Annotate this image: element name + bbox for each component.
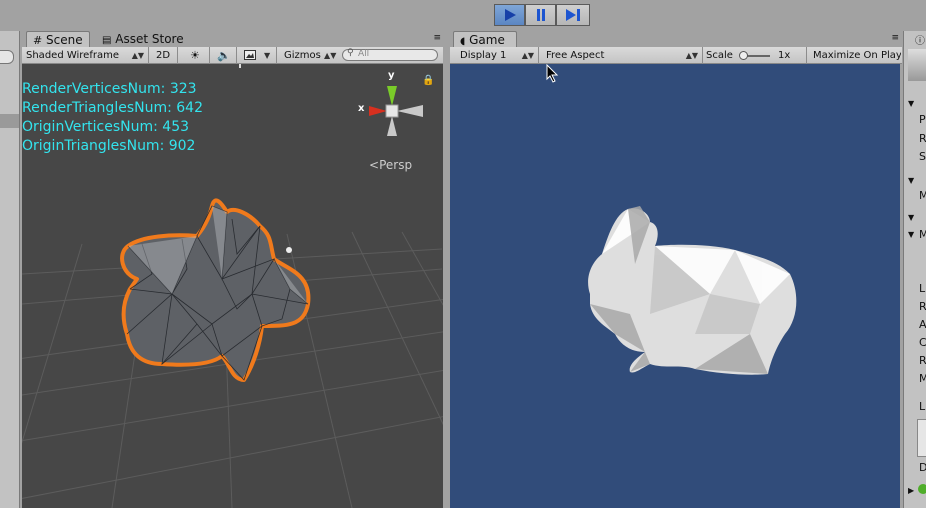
scene-top-marker bbox=[239, 64, 241, 68]
audio-speaker-icon[interactable]: 🔈 bbox=[217, 47, 231, 64]
expand-arrow-icon-3[interactable]: ▼ bbox=[908, 213, 914, 222]
inspector-label-5: L bbox=[919, 282, 926, 295]
inspector-label-2: S bbox=[919, 150, 926, 163]
gizmo-y-label: y bbox=[388, 70, 395, 81]
inspector-label-8: C bbox=[919, 336, 926, 349]
effects-dropdown-arrow-icon[interactable]: ▼ bbox=[264, 47, 270, 64]
tab-asset-store-label: Asset Store bbox=[115, 32, 184, 46]
game-tab-strip: ◖ Game ≡ bbox=[450, 31, 902, 47]
panel-menu-icon[interactable]: ≡ bbox=[433, 33, 441, 43]
scale-label: Scale bbox=[706, 50, 733, 61]
store-icon: ▤ bbox=[102, 35, 112, 46]
search-icon: ⚲ bbox=[347, 48, 354, 58]
tab-game-label: Game bbox=[469, 33, 505, 47]
scale-value: 1x bbox=[778, 50, 791, 61]
mode-2d-button[interactable]: 2D bbox=[156, 47, 170, 64]
persp-toggle[interactable]: <Persp bbox=[369, 158, 412, 172]
inspector-label-1: R bbox=[919, 132, 926, 145]
hierarchy-row-highlight[interactable] bbox=[0, 114, 19, 128]
aspect-dropdown-arrow-icon: ▲▼ bbox=[685, 51, 698, 60]
add-component-green-icon bbox=[918, 484, 926, 494]
play-controls bbox=[494, 4, 590, 26]
hierarchy-panel-edge bbox=[0, 31, 20, 508]
tab-scene[interactable]: # Scene bbox=[26, 31, 90, 47]
scale-slider-handle[interactable] bbox=[739, 51, 748, 60]
search-placeholder: All bbox=[358, 49, 370, 59]
pause-icon bbox=[536, 9, 545, 21]
maximize-on-play-button[interactable]: Maximize On Play bbox=[813, 47, 901, 64]
tab-scene-label: Scene bbox=[46, 33, 83, 47]
inspector-label-6: R bbox=[919, 300, 926, 313]
step-button[interactable] bbox=[556, 4, 590, 26]
stat-origin-triangles: OriginTrianglesNum: 902 bbox=[22, 138, 196, 154]
gizmo-x-label: x bbox=[358, 103, 365, 114]
gizmos-dropdown-arrow-icon: ▲▼ bbox=[324, 51, 337, 60]
tab-asset-store[interactable]: ▤ Asset Store bbox=[96, 31, 190, 47]
game-toolbar: Display 1 ▲▼ Free Aspect ▲▼ Scale 1x Max… bbox=[450, 47, 902, 64]
stat-render-vertices: RenderVerticesNum: 323 bbox=[22, 81, 197, 97]
pause-button[interactable] bbox=[525, 4, 556, 26]
inspector-object-preview-icon bbox=[908, 49, 926, 81]
step-icon bbox=[566, 9, 580, 21]
gizmo-y-cone bbox=[387, 86, 397, 106]
shading-mode-value: Shaded Wireframe bbox=[26, 50, 119, 61]
expand-arrow-icon-2[interactable]: ▼ bbox=[908, 176, 914, 185]
scene-toolbar: Shaded Wireframe ▲▼ 2D ☀ 🔈 ▼ Gizmos ▲▼ ⚲… bbox=[22, 47, 443, 64]
scene-view[interactable]: RenderVerticesNum: 323 RenderTrianglesNu… bbox=[22, 64, 443, 508]
stat-origin-vertices: OriginVerticesNum: 453 bbox=[22, 119, 190, 135]
light-gizmo bbox=[286, 247, 292, 253]
effects-image-icon[interactable] bbox=[244, 47, 256, 64]
inspector-label-4: M bbox=[919, 228, 926, 241]
game-panel-menu-icon[interactable]: ≡ bbox=[891, 33, 899, 43]
orientation-gizmo[interactable]: y x bbox=[357, 70, 427, 144]
tab-game[interactable]: ◖ Game bbox=[453, 31, 517, 47]
expand-arrow-icon-4[interactable]: ▼ bbox=[908, 230, 914, 239]
game-controller-icon: ◖ bbox=[460, 36, 466, 47]
stat-render-triangles: RenderTrianglesNum: 642 bbox=[22, 100, 203, 116]
inspector-label-11: L bbox=[919, 400, 926, 413]
play-button[interactable] bbox=[494, 4, 525, 26]
inspector-panel-edge: ⓘ ▼ ▼ ▼ ▼ ▶ P R S M M L R A C R M L D bbox=[903, 31, 926, 508]
expand-arrow-icon[interactable]: ▼ bbox=[908, 99, 914, 108]
play-icon bbox=[504, 9, 516, 21]
inspector-label-12: D bbox=[919, 461, 926, 474]
inspector-label-0: P bbox=[919, 113, 926, 126]
aspect-dropdown[interactable]: Free Aspect ▲▼ bbox=[546, 47, 698, 64]
scene-search-input[interactable]: ⚲ All bbox=[342, 48, 438, 61]
game-view[interactable] bbox=[450, 64, 900, 508]
scene-tab-strip: # Scene ▤ Asset Store ≡ bbox=[22, 31, 443, 47]
display-value: Display 1 bbox=[460, 50, 507, 61]
grid-icon: # bbox=[33, 34, 43, 47]
persp-label: Persp bbox=[379, 158, 413, 172]
inspector-label-7: A bbox=[919, 318, 926, 331]
lighting-sun-icon[interactable]: ☀ bbox=[190, 47, 200, 64]
display-dropdown-arrow-icon: ▲▼ bbox=[521, 51, 534, 60]
inspector-field-box[interactable] bbox=[917, 419, 926, 457]
lock-icon[interactable]: 🔒 bbox=[422, 75, 434, 86]
panel-divider[interactable] bbox=[443, 31, 450, 508]
gizmo-x-cone bbox=[369, 106, 387, 116]
aspect-value: Free Aspect bbox=[546, 50, 605, 61]
inspector-label-3: M bbox=[919, 189, 926, 202]
game-bunny-render bbox=[588, 206, 797, 375]
gizmos-dropdown[interactable]: Gizmos ▲▼ bbox=[284, 47, 336, 64]
inspector-label-10: M bbox=[919, 372, 926, 385]
shading-mode-dropdown[interactable]: Shaded Wireframe ▲▼ bbox=[26, 47, 144, 64]
gizmos-label: Gizmos bbox=[284, 50, 321, 61]
display-dropdown[interactable]: Display 1 ▲▼ bbox=[460, 47, 534, 64]
collapsed-arrow-icon[interactable]: ▶ bbox=[908, 486, 914, 495]
dropdown-arrow-icon: ▲▼ bbox=[131, 51, 144, 60]
info-icon: ⓘ bbox=[915, 36, 925, 47]
hierarchy-search-edge[interactable] bbox=[0, 50, 14, 64]
inspector-label-9: R bbox=[919, 354, 926, 367]
persp-chevron-icon: < bbox=[369, 158, 380, 172]
